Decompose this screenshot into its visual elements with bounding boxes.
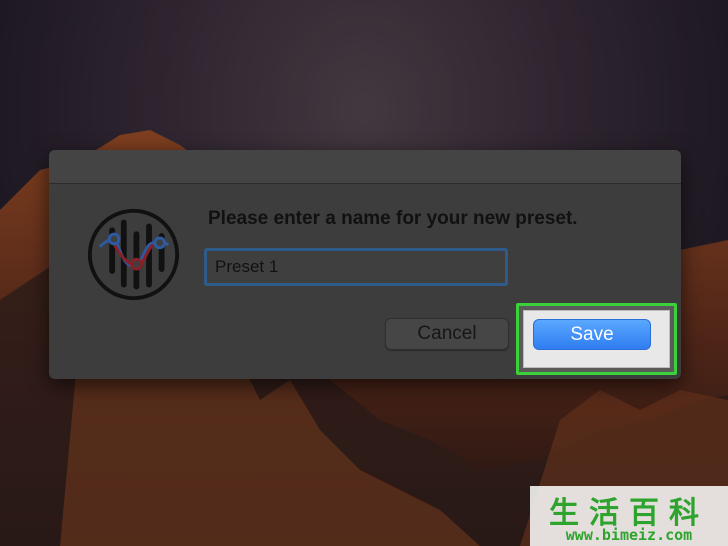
save-button[interactable]: Save [533,319,651,350]
dialog-prompt: Please enter a name for your new preset. [208,208,578,229]
dialog-titlebar [49,150,681,184]
preset-name-input[interactable] [204,248,508,286]
equalizer-icon [87,208,180,301]
new-preset-dialog: Please enter a name for your new preset.… [49,150,681,379]
watermark: 生活百科 www.bimeiz.com [530,486,728,546]
cancel-button[interactable]: Cancel [385,318,509,350]
watermark-url: www.bimeiz.com [565,526,693,544]
